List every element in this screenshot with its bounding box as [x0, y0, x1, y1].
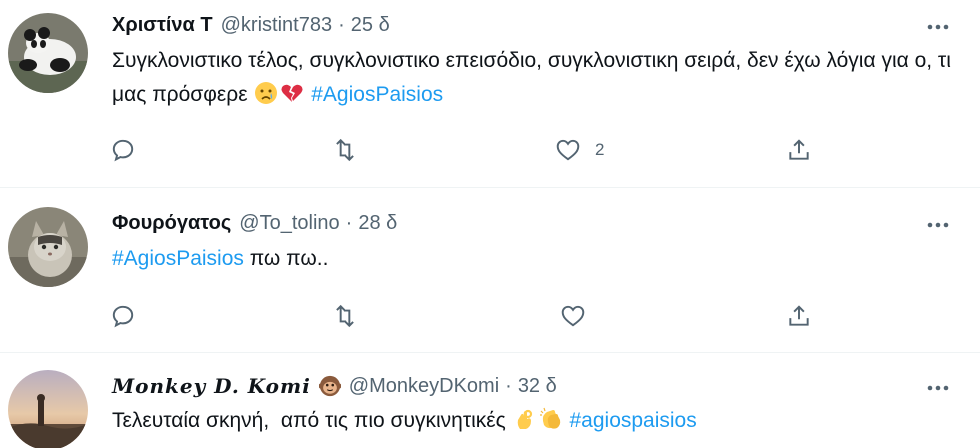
- avatar[interactable]: [8, 13, 88, 93]
- tweet-header: Χριστίνα Τ @kristint783 · 25 δ: [112, 10, 390, 40]
- separator-dot: ·: [345, 211, 353, 234]
- reply-icon: [112, 305, 134, 328]
- reply-icon: [112, 139, 134, 162]
- monkey-face-emoji: [318, 375, 341, 397]
- more-icon: [927, 385, 949, 391]
- hashtag-link[interactable]: #agiospaisios: [569, 409, 696, 432]
- clapping-hands-emoji: [539, 407, 560, 429]
- tweet-text: Τελευταία σκηνή, από τις πιο συγκινητικέ…: [112, 404, 952, 438]
- tweet-text: Συγκλονιστικο τέλος, συγκλονιστικο επεισ…: [112, 44, 952, 112]
- tweet-text-body: Συγκλονιστικο τέλος, συγκλονιστικο επεισ…: [112, 49, 951, 106]
- timestamp[interactable]: 25 δ: [351, 14, 390, 37]
- more-icon: [927, 24, 949, 30]
- display-name[interactable]: Monkey D. Komi: [112, 374, 311, 398]
- tweet-text-body: Τελευταία σκηνή, από τις πιο συγκινητικέ…: [112, 409, 506, 432]
- share-icon: [789, 139, 809, 160]
- tweet-actions: [0, 298, 980, 334]
- retweet-button[interactable]: [332, 298, 358, 334]
- panda-avatar-image: [8, 13, 88, 93]
- more-options-button[interactable]: [926, 15, 950, 39]
- reply-button[interactable]: [110, 298, 136, 334]
- reply-button[interactable]: [110, 132, 136, 168]
- sunset-avatar-image: [8, 370, 88, 448]
- tweet-header: Φουρόγατος @To_tolino · 28 δ: [112, 208, 397, 238]
- separator-dot: ·: [505, 374, 512, 397]
- avatar[interactable]: [8, 207, 88, 287]
- retweet-icon: [336, 138, 354, 162]
- separator-dot: ·: [338, 13, 345, 36]
- more-icon: [927, 222, 949, 228]
- cat-avatar-image: [8, 207, 88, 287]
- like-count: 2: [595, 140, 605, 159]
- tweet-actions: 2: [0, 132, 980, 168]
- display-name[interactable]: Χριστίνα Τ: [112, 14, 213, 37]
- tweet-text: #AgiosPaisios πω πω..: [112, 242, 952, 276]
- hashtag-link[interactable]: #AgiosPaisios: [112, 247, 244, 270]
- share-button[interactable]: [786, 298, 812, 334]
- retweet-button[interactable]: [332, 132, 358, 168]
- tweet-text-body: πω πω..: [243, 247, 329, 270]
- more-options-button[interactable]: [926, 376, 950, 400]
- timestamp[interactable]: 32 δ: [518, 375, 557, 398]
- retweet-icon: [336, 304, 354, 328]
- share-button[interactable]: [786, 132, 812, 168]
- tweet-2[interactable]: Φουρόγατος @To_tolino · 28 δ #AgiosPaisi…: [0, 188, 980, 352]
- tweet-header: Monkey D. Komi @MonkeyDKomi · 32 δ: [112, 371, 557, 401]
- avatar[interactable]: [8, 370, 88, 448]
- timestamp[interactable]: 28 δ: [358, 212, 397, 235]
- like-button[interactable]: [560, 298, 586, 334]
- user-handle[interactable]: @To_tolino: [239, 212, 339, 235]
- user-handle[interactable]: @MonkeyDKomi: [349, 375, 499, 398]
- crying-face-emoji: [255, 82, 278, 104]
- tweet-1[interactable]: Χριστίνα Τ @kristint783 · 25 δ Συγκλονισ…: [0, 0, 980, 186]
- like-button[interactable]: 2: [555, 132, 604, 168]
- like-icon: [561, 305, 585, 327]
- ok-hand-emoji: [517, 409, 532, 429]
- more-options-button[interactable]: [926, 213, 950, 237]
- like-icon: [556, 139, 580, 161]
- display-name[interactable]: Φουρόγατος: [112, 212, 231, 235]
- broken-heart-emoji: [281, 84, 303, 102]
- share-icon: [789, 305, 809, 326]
- tweet-3[interactable]: Monkey D. Komi @MonkeyDKomi · 32 δ Τελευ…: [0, 353, 980, 448]
- user-handle[interactable]: @kristint783: [221, 14, 332, 37]
- hashtag-link[interactable]: #AgiosPaisios: [311, 83, 443, 106]
